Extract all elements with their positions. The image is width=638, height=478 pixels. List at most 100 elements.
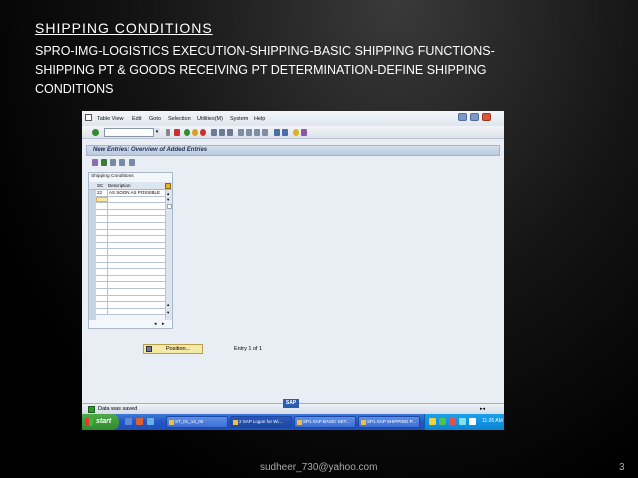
save-icon[interactable] xyxy=(174,129,180,136)
vertical-scrollbar[interactable]: ▴ ▾ ▴ ▾ xyxy=(165,190,172,320)
exit-icon[interactable] xyxy=(192,129,198,136)
slide-title: SHIPPING CONDITIONS xyxy=(35,20,213,36)
menu-edit[interactable]: Edit xyxy=(132,116,141,122)
display-change-icon[interactable] xyxy=(92,159,98,166)
scroll-left-icon[interactable]: ◂ xyxy=(154,321,157,327)
row-selector-column[interactable] xyxy=(89,190,96,320)
scroll-thumb[interactable] xyxy=(167,204,172,209)
position-button[interactable]: Position... xyxy=(143,344,203,354)
standard-toolbar: ▾ xyxy=(82,126,504,139)
position-button-label: Position... xyxy=(166,346,191,352)
tray-icon[interactable] xyxy=(449,418,456,425)
command-dropdown-icon[interactable]: ▾ xyxy=(153,128,160,137)
table-row[interactable] xyxy=(96,289,165,296)
table-row[interactable] xyxy=(96,249,165,256)
sap-window-icon xyxy=(297,420,302,425)
table-row[interactable] xyxy=(96,229,165,237)
close-icon[interactable] xyxy=(482,113,491,121)
tray-icon[interactable] xyxy=(459,418,466,425)
menu-system[interactable]: System xyxy=(230,116,248,122)
status-message[interactable]: Data was saved xyxy=(98,406,137,412)
delete-icon[interactable] xyxy=(119,159,125,166)
table-row[interactable] xyxy=(96,196,165,204)
save-entry-icon[interactable] xyxy=(101,159,107,166)
last-page-icon[interactable] xyxy=(262,129,268,136)
system-tray: 11:26 AM xyxy=(424,414,504,430)
scroll-right-icon[interactable]: ▸ xyxy=(162,321,165,327)
horizontal-scrollbar[interactable]: ◂ ▸ xyxy=(96,320,172,328)
table-row[interactable] xyxy=(96,209,165,217)
position-icon xyxy=(146,346,152,352)
menu-goto[interactable]: Goto xyxy=(149,116,161,122)
table-row[interactable] xyxy=(96,295,165,303)
table-row[interactable] xyxy=(96,256,165,263)
task-label: 2 SAP Logon for Wi... xyxy=(239,419,283,424)
tray-icon[interactable] xyxy=(429,418,436,425)
table-row[interactable] xyxy=(96,308,165,316)
maximize-icon[interactable] xyxy=(470,113,479,121)
column-header-description[interactable]: Description xyxy=(108,183,131,188)
layout-icon[interactable] xyxy=(301,129,307,136)
cell-sc[interactable]: 22 xyxy=(96,190,108,196)
quick-launch-ie-icon[interactable] xyxy=(125,418,132,425)
next-page-icon[interactable] xyxy=(254,129,260,136)
table-row[interactable] xyxy=(96,216,165,223)
copy-as-icon[interactable] xyxy=(110,159,116,166)
help-icon[interactable] xyxy=(293,129,299,136)
back-icon[interactable] xyxy=(184,129,190,136)
table-row[interactable] xyxy=(96,282,165,289)
table-settings-icon[interactable] xyxy=(165,183,171,189)
find-icon[interactable] xyxy=(219,129,225,136)
table-row[interactable] xyxy=(96,203,165,210)
path-line-2: SHIPPING PT & GOODS RECEIVING PT DETERMI… xyxy=(35,63,487,77)
new-session-icon[interactable] xyxy=(274,129,280,136)
back-arrow-icon[interactable] xyxy=(166,129,170,136)
table-row[interactable] xyxy=(96,275,165,283)
menu-table-view[interactable]: Table View xyxy=(97,116,124,122)
print-icon[interactable] xyxy=(211,129,217,136)
select-all-icon[interactable] xyxy=(129,159,135,166)
quick-launch-outlook-icon[interactable] xyxy=(136,418,143,425)
scroll-page-down-icon[interactable]: ▾ xyxy=(167,310,169,316)
quick-launch-desktop-icon[interactable] xyxy=(147,418,154,425)
command-field[interactable] xyxy=(104,128,160,137)
task-label: SP1 SAP SHIPPING P... xyxy=(367,419,416,424)
task-folder[interactable]: ST_01_14_00 xyxy=(166,416,228,428)
find-next-icon[interactable] xyxy=(227,129,233,136)
menu-utilities[interactable]: Utilities(M) xyxy=(197,116,223,122)
tray-icon[interactable] xyxy=(439,418,446,425)
enter-icon[interactable] xyxy=(92,129,99,136)
menu-help[interactable]: Help xyxy=(254,116,265,122)
menu-window-icon[interactable] xyxy=(85,114,92,121)
slide-subtitle: SPRO-IMG-LOGISTICS EXECUTION-SHIPPING-BA… xyxy=(35,42,595,99)
task-sap-shipping[interactable]: SP1 SAP SHIPPING P... xyxy=(358,416,420,428)
table-row[interactable] xyxy=(96,262,165,270)
previous-page-icon[interactable] xyxy=(246,129,252,136)
cell-description[interactable] xyxy=(108,197,165,203)
start-button[interactable]: start xyxy=(82,414,119,430)
table-row[interactable] xyxy=(96,302,165,309)
minimize-icon[interactable] xyxy=(458,113,467,121)
cell-description[interactable]: AS SOON AS POSSIBLE xyxy=(108,190,165,196)
table-row[interactable]: 22 AS SOON AS POSSIBLE xyxy=(96,190,165,197)
clock[interactable]: 11:26 AM xyxy=(482,418,503,424)
column-header-sc[interactable]: SC xyxy=(97,183,103,188)
table-row[interactable] xyxy=(96,223,165,230)
menu-selection[interactable]: Selection xyxy=(168,116,191,122)
tray-icon[interactable] xyxy=(469,418,476,425)
table-row[interactable] xyxy=(96,236,165,243)
first-page-icon[interactable] xyxy=(238,129,244,136)
status-bar-toggle-icon[interactable]: ▸◂ xyxy=(480,406,496,413)
shortcut-icon[interactable] xyxy=(282,129,288,136)
table-row[interactable] xyxy=(96,242,165,250)
cancel-icon[interactable] xyxy=(200,129,206,136)
table-header: SC Description xyxy=(89,182,172,190)
scroll-page-up-icon[interactable]: ▴ xyxy=(167,302,169,308)
task-sap-logon[interactable]: 2 SAP Logon for Wi... xyxy=(230,416,292,428)
cell-sc-active-input[interactable] xyxy=(96,196,108,203)
task-sap-basic-settings[interactable]: SP1 SAP BASIC SET... xyxy=(294,416,356,428)
windows-taskbar: start ST_01_14_00 2 SAP Logon for Wi... … xyxy=(82,414,504,430)
scroll-down-icon[interactable]: ▾ xyxy=(167,197,169,203)
start-label: start xyxy=(96,418,112,425)
table-row[interactable] xyxy=(96,269,165,276)
